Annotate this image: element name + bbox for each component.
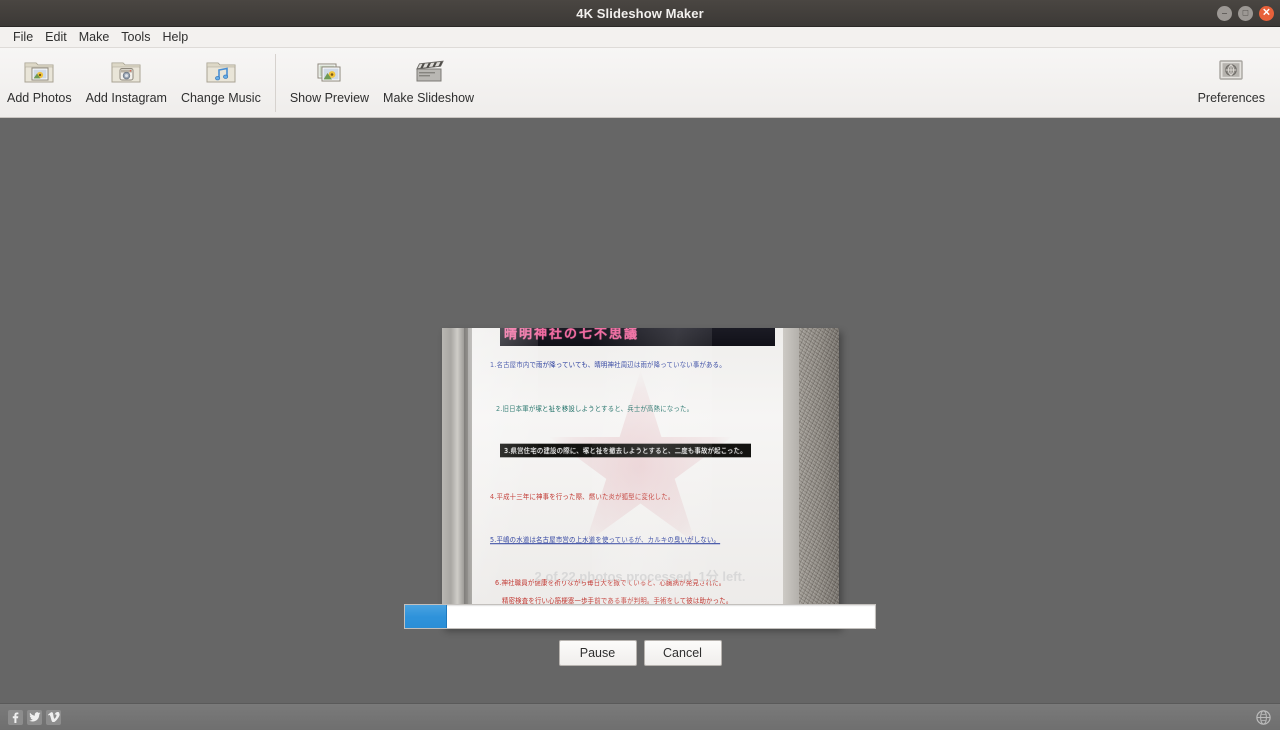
show-preview-button[interactable]: Show Preview xyxy=(283,54,376,105)
globe-icon[interactable] xyxy=(1255,709,1272,726)
clapperboard-icon xyxy=(412,56,446,86)
toolbar-group-actions: Show Preview Make Slideshow xyxy=(283,54,481,105)
application-window: 4K Slideshow Maker – □ ✕ File Edit Make … xyxy=(0,0,1280,730)
show-preview-label: Show Preview xyxy=(289,91,370,105)
progress-bar-fill xyxy=(405,605,448,628)
progress-bar xyxy=(404,604,876,629)
make-slideshow-label: Make Slideshow xyxy=(383,91,475,105)
change-music-button[interactable]: Change Music xyxy=(174,54,268,105)
pause-button[interactable]: Pause xyxy=(558,640,637,666)
main-canvas: 晴明神社の七不思議 1.名古屋市内で雨が降っていても、晴明神社周辺は雨が降ってい… xyxy=(0,118,1280,703)
menu-make[interactable]: Make xyxy=(73,29,116,45)
toolbar-group-sources: Add Photos Add Instagram Change Music xyxy=(0,54,268,105)
preferences-button[interactable]: Preferences xyxy=(1191,54,1272,105)
minimize-button[interactable]: – xyxy=(1217,6,1232,21)
facebook-icon[interactable] xyxy=(8,709,23,725)
menu-help[interactable]: Help xyxy=(156,29,194,45)
change-music-label: Change Music xyxy=(180,91,261,105)
folder-music-icon xyxy=(204,56,238,86)
social-links xyxy=(8,709,61,725)
menu-file[interactable]: File xyxy=(7,29,39,45)
twitter-icon[interactable] xyxy=(27,709,42,725)
vimeo-icon[interactable] xyxy=(46,709,61,725)
window-controls: – □ ✕ xyxy=(1217,0,1274,27)
maximize-icon: □ xyxy=(1242,7,1249,18)
minimize-icon: – xyxy=(1221,7,1227,18)
folder-instagram-icon xyxy=(109,56,143,86)
progress-status-text: 2 of 22 photos processed, 1分 left. xyxy=(534,569,746,584)
preferences-label: Preferences xyxy=(1197,91,1265,105)
folder-photo-icon xyxy=(22,56,56,86)
cancel-button[interactable]: Cancel xyxy=(643,640,722,666)
close-button[interactable]: ✕ xyxy=(1259,6,1274,21)
add-instagram-button[interactable]: Add Instagram xyxy=(79,54,174,105)
close-icon: ✕ xyxy=(1262,7,1271,18)
preferences-globe-icon xyxy=(1214,56,1248,86)
toolbar: Add Photos Add Instagram Change Music Sh… xyxy=(0,48,1280,118)
progress-button-row: Pause Cancel xyxy=(558,640,722,666)
toolbar-separator xyxy=(274,54,276,112)
progress-block: 2 of 22 photos processed, 1分 left. Pause… xyxy=(0,566,1280,666)
photo-stack-icon xyxy=(312,56,346,86)
maximize-button[interactable]: □ xyxy=(1238,6,1253,21)
titlebar: 4K Slideshow Maker – □ ✕ xyxy=(0,0,1280,27)
add-photos-button[interactable]: Add Photos xyxy=(0,54,79,105)
window-title: 4K Slideshow Maker xyxy=(576,5,704,21)
statusbar xyxy=(0,703,1280,730)
menubar: File Edit Make Tools Help xyxy=(0,27,1280,48)
make-slideshow-button[interactable]: Make Slideshow xyxy=(376,54,481,105)
add-photos-label: Add Photos xyxy=(7,91,72,105)
menu-tools[interactable]: Tools xyxy=(115,29,156,45)
menu-edit[interactable]: Edit xyxy=(39,29,73,45)
add-instagram-label: Add Instagram xyxy=(85,91,167,105)
